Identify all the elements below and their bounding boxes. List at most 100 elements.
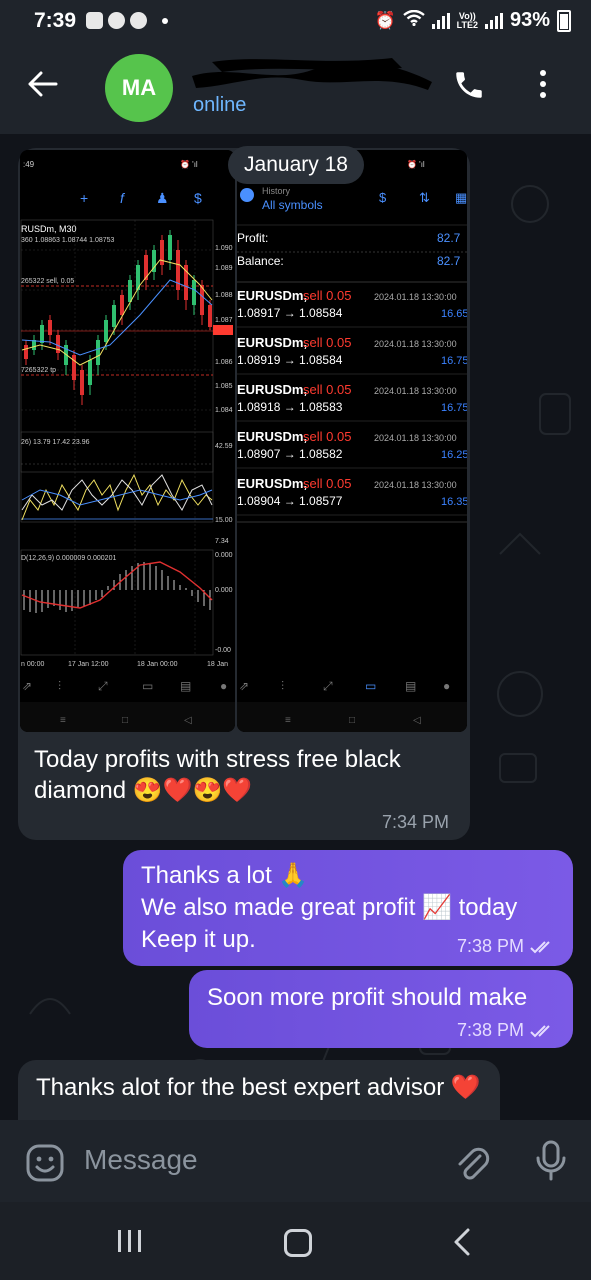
svg-text:⤢: ⤢ [322,679,333,693]
trade-date: 2024.01.18 13:30:00 [374,386,457,396]
svg-text:●: ● [220,679,227,693]
svg-text:18 Jan: 18 Jan [207,661,228,668]
message-text: Soon more profit should make [207,984,528,1011]
chat-area[interactable]: :49 ⏰ 'ıl + f ♟ $ RUSDm, M30 360 1.08863… [0,134,591,1120]
message-input[interactable]: Message [84,1144,198,1176]
incoming-message[interactable]: Thanks alot for the best expert advisor … [18,1060,500,1120]
more-vertical-icon[interactable] [540,70,546,98]
svg-text:-0.00: -0.00 [215,647,231,654]
svg-text:≡: ≡ [60,715,66,726]
svg-text:1.086: 1.086 [215,359,233,366]
message-time: 7:38 PM [457,1020,525,1040]
trade-profit: 16.65 [441,308,467,320]
network-label: LTE2 [456,19,478,30]
svg-text:0.000: 0.000 [215,552,233,559]
messenger-icon [108,12,125,29]
trade-side: sell 0.05 [303,335,351,350]
date-separator: January 18 [228,146,364,184]
chat-header: MA online [0,42,591,134]
svg-text:82.7: 82.7 [437,254,461,268]
message-input-bar: Message [0,1120,591,1202]
trade-symbol: EURUSDm, [237,382,307,397]
recent-apps-icon[interactable] [118,1230,141,1252]
trade-prices: 1.08919 → 1.08584 [237,353,343,367]
microphone-icon[interactable] [534,1140,568,1187]
avatar[interactable]: MA [105,54,173,122]
svg-text:Profit:: Profit: [237,231,268,245]
message-line: Thanks a lot 🙏 [141,862,309,889]
status-time: 7:39 [34,9,77,32]
back-chevron-icon[interactable] [450,1227,474,1262]
svg-text:360 1.08863 1.08744 1.08753: 360 1.08863 1.08744 1.08753 [21,237,115,244]
more-notifications-icon [162,17,168,24]
trading-chart-image: :49 ⏰ 'ıl + f ♟ $ RUSDm, M30 360 1.08863… [20,150,235,732]
trade-profit: 16.35 [441,496,467,508]
signal-icon [431,12,450,29]
svg-text:⇗: ⇗ [22,679,32,693]
svg-text:▤: ▤ [405,679,416,693]
paperclip-icon[interactable] [454,1142,490,1187]
svg-text:n 00:00: n 00:00 [21,661,44,668]
trade-symbol: EURUSDm, [237,429,307,444]
trade-profit: 16.25 [441,449,467,461]
svg-text:⤢: ⤢ [97,679,108,693]
trade-date: 2024.01.18 13:30:00 [374,339,457,349]
outgoing-message[interactable]: Soon more profit should make 7:38 PM [189,970,573,1048]
svg-text:$: $ [194,190,202,206]
svg-text:7265322 tp: 7265322 tp [21,367,56,374]
svg-text::49: :49 [23,160,35,169]
svg-text:D(12,26,9) 0.000009 0.000201: D(12,26,9) 0.000009 0.000201 [21,555,116,562]
back-arrow-icon[interactable] [28,70,58,102]
system-navigation-bar [0,1202,591,1280]
trade-side: sell 0.05 [303,382,351,397]
double-check-icon [530,1024,550,1037]
svg-text:+: + [80,190,88,206]
trade-prices: 1.08918 → 1.08583 [237,400,343,414]
battery-icon [557,9,571,32]
svg-text:⫶: ⫶ [58,679,61,693]
message-time: 7:34 PM [382,812,450,832]
redacted-contact-name [192,58,432,90]
message-time: 7:38 PM [457,936,525,956]
svg-text:⏰ 'ıl: ⏰ 'ıl [180,159,198,169]
phone-icon[interactable] [452,68,486,107]
svg-text:Balance:: Balance: [237,254,284,268]
svg-text:17 Jan 12:00: 17 Jan 12:00 [68,661,109,668]
trade-date: 2024.01.18 13:30:00 [374,433,457,443]
trade-side: sell 0.05 [303,476,351,491]
message-meta: 7:38 PM [457,936,556,957]
svg-text:▭: ▭ [142,679,153,693]
svg-text:18 Jan 00:00: 18 Jan 00:00 [137,661,178,668]
trade-side: sell 0.05 [303,288,351,303]
trade-prices: 1.08917 → 1.08584 [237,306,343,320]
system-icons: ⏰ Vo)) LTE2 93% [374,9,571,32]
message-text: Today profits with stress free black dia… [34,746,401,804]
svg-text:1.090: 1.090 [215,245,233,252]
svg-text:1.087: 1.087 [215,317,233,324]
svg-text:⫶: ⫶ [281,679,284,693]
emoji-icon[interactable] [26,1144,64,1187]
svg-text:⇅: ⇅ [419,190,430,205]
svg-text:1.088: 1.088 [215,292,233,299]
trade-symbol: EURUSDm, [237,335,307,350]
home-icon[interactable] [284,1229,312,1257]
trade-prices: 1.08907 → 1.08582 [237,447,343,461]
svg-text:⏰ 'ıl: ⏰ 'ıl [407,159,425,169]
svg-text:1.089: 1.089 [215,265,233,272]
svg-text:42.59: 42.59 [215,443,233,450]
svg-text:□: □ [349,715,355,726]
message-text: Thanks alot for the best expert advisor … [36,1074,481,1101]
message-line: We also made great profit 📈 today [141,894,518,921]
trade-date: 2024.01.18 13:30:00 [374,292,457,302]
svg-text:▤: ▤ [180,679,191,693]
svg-text:⇗: ⇗ [239,679,249,693]
alarm-icon: ⏰ [374,10,396,30]
outgoing-message[interactable]: Thanks a lot 🙏 We also made great profit… [123,850,573,966]
chart-screenshot[interactable]: :49 ⏰ 'ıl + f ♟ $ RUSDm, M30 360 1.08863… [20,150,235,732]
svg-text:▭: ▭ [365,679,376,693]
svg-text:$: $ [379,190,387,205]
history-screenshot[interactable]: ⏰ 'ıl History All symbols $ ⇅ ▦ Profit: 82… [237,150,467,732]
svg-text:1.085: 1.085 [215,383,233,390]
svg-text:26) 13.79 17.42 23.96: 26) 13.79 17.42 23.96 [21,439,90,446]
svg-text:1.084: 1.084 [215,407,233,414]
